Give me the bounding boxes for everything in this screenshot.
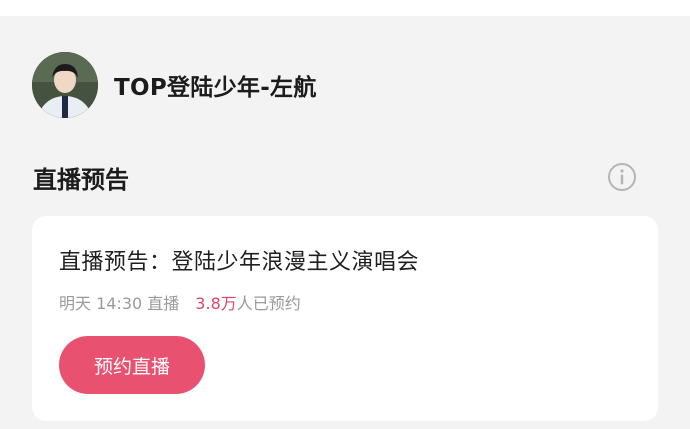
meta-count: 3.8万 [195,294,237,313]
live-preview-card[interactable]: 直播预告：登陆少年浪漫主义演唱会 明天 14:30 直播 3.8万 人已预约 预… [32,216,658,421]
meta-suffix: 人已预约 [236,294,301,313]
meta-time: 明天 14:30 直播 [59,294,180,313]
avatar-image [32,52,98,118]
info-icon[interactable] [607,162,637,192]
avatar[interactable] [32,52,98,118]
profile-row[interactable]: TOP登陆少年-左航 [32,52,317,118]
card-title: 直播预告：登陆少年浪漫主义演唱会 [59,250,420,275]
card-meta: 明天 14:30 直播 3.8万 人已预约 [59,290,301,314]
reserve-live-button[interactable]: 预约直播 [59,336,205,394]
username[interactable]: TOP登陆少年-左航 [114,68,317,102]
section-title: 直播预告 [33,166,129,194]
top-strip [0,0,690,16]
